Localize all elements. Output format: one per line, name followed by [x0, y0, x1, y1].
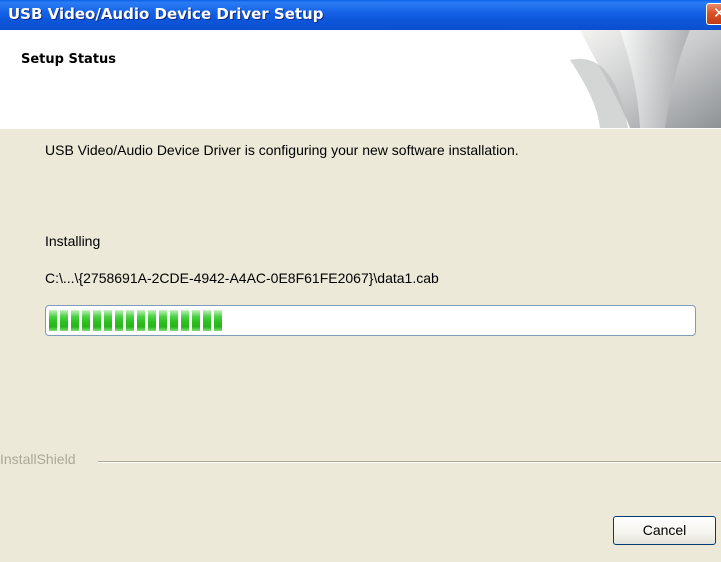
progress-segment	[126, 310, 134, 331]
progress-segment	[203, 310, 211, 331]
setup-window: USB Video/Audio Device Driver Setup ✕ Se…	[0, 0, 721, 562]
installshield-brand: InstallShield	[0, 451, 82, 467]
page-title: Setup Status	[21, 52, 117, 67]
progress-segment	[148, 310, 156, 331]
progress-segment	[159, 310, 167, 331]
progress-segment	[214, 310, 222, 331]
cancel-button[interactable]: Cancel	[613, 516, 716, 545]
progress-segment	[181, 310, 189, 331]
progress-segment	[115, 310, 123, 331]
progress-fill	[49, 310, 222, 331]
installshield-art-icon	[570, 30, 721, 128]
progress-segment	[170, 310, 178, 331]
file-path-text: C:\...\{2758691A-2CDE-4942-A4AC-0E8F61FE…	[45, 270, 439, 286]
header-panel: Setup Status	[0, 30, 721, 129]
progress-segment	[82, 310, 90, 331]
progress-segment	[137, 310, 145, 331]
close-button[interactable]: ✕	[706, 3, 721, 25]
close-icon: ✕	[713, 4, 721, 22]
progress-bar	[45, 305, 696, 336]
header-divider	[0, 128, 721, 129]
status-text: Installing	[45, 233, 101, 249]
progress-segment	[49, 310, 57, 331]
progress-segment	[93, 310, 101, 331]
progress-segment	[60, 310, 68, 331]
title-bar[interactable]: USB Video/Audio Device Driver Setup ✕	[0, 0, 721, 30]
window-title: USB Video/Audio Device Driver Setup	[8, 5, 324, 23]
description-text: USB Video/Audio Device Driver is configu…	[45, 142, 519, 158]
progress-segment	[104, 310, 112, 331]
progress-segment	[192, 310, 200, 331]
progress-segment	[71, 310, 79, 331]
brand-divider	[98, 461, 721, 463]
